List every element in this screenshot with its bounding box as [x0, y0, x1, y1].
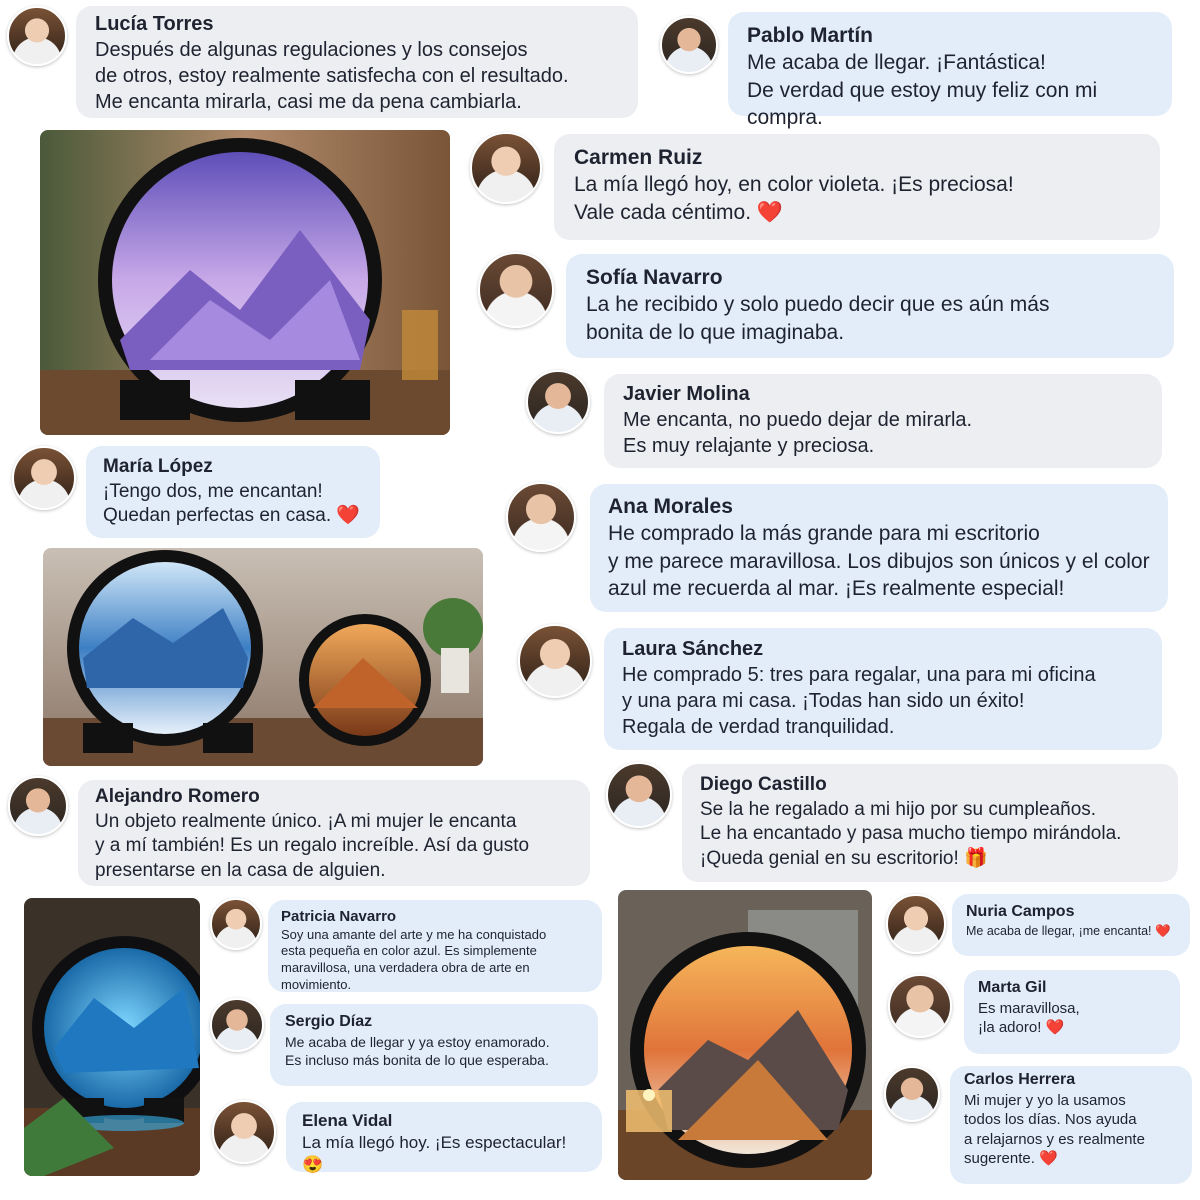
avatar: [518, 624, 592, 698]
reviewer-name: María López: [103, 456, 213, 477]
reviewer-name: Nuria Campos: [966, 903, 1075, 920]
avatar: [210, 898, 262, 950]
review-text: Me acaba de llegar. ¡Fantástica! De verd…: [747, 51, 1098, 129]
review-text: Después de algunas regulaciones y los co…: [95, 39, 569, 113]
reviewer-name: Marta Gil: [978, 979, 1047, 996]
review-text: Es maravillosa, ¡la adoro! ❤️: [978, 999, 1080, 1037]
reviewer-name: Diego Castillo: [700, 774, 827, 795]
review-bubble: Carlos Herrera Mi mujer y yo la usamos t…: [950, 1066, 1192, 1184]
avatar: [888, 974, 952, 1038]
avatar: [506, 482, 576, 552]
review-bubble: Elena Vidal La mía llegó hoy. ¡Es espect…: [286, 1102, 602, 1174]
avatar: [884, 1066, 940, 1122]
avatar: [210, 998, 264, 1052]
reviewer-name: Elena Vidal: [302, 1111, 393, 1130]
reviewer-name: Sofía Navarro: [586, 266, 723, 289]
avatar: [478, 252, 554, 328]
review-text: Me encanta, no puedo dejar de mirarla. E…: [623, 409, 973, 457]
review-bubble: Carmen Ruiz La mía llegó hoy, en color v…: [554, 134, 1160, 240]
review-bubble: Patricia Navarro Soy una amante del arte…: [268, 900, 602, 992]
avatar: [12, 446, 76, 510]
review-text: Mi mujer y yo la usamos todos los días. …: [964, 1091, 1145, 1168]
review-text: La mía llegó hoy. ¡Es espectacular! 😍: [302, 1133, 567, 1175]
review-bubble: Pablo Martín Me acaba de llegar. ¡Fantás…: [728, 12, 1172, 129]
reviewer-name: Ana Morales: [608, 495, 733, 518]
review-bubble: Sergio Díaz Me acaba de llegar y ya esto…: [270, 1004, 598, 1086]
sunset-sand-art-photo: [618, 890, 872, 1180]
reviewer-name: Lucía Torres: [95, 13, 214, 35]
review-bubble: Sofía Navarro La he recibido y solo pued…: [566, 254, 1174, 358]
review-text: La he recibido y solo puedo decir que es…: [586, 293, 1050, 344]
purple-sand-art-photo: [40, 130, 450, 435]
avatar: [8, 776, 68, 836]
reviewer-name: Carmen Ruiz: [574, 146, 703, 169]
reviewer-name: Javier Molina: [623, 383, 750, 405]
review-text: He comprado la más grande para mi escrit…: [608, 522, 1150, 600]
glowing-blue-sand-art-photo: [24, 898, 200, 1176]
avatar: [886, 894, 946, 954]
review-bubble: Javier Molina Me encanta, no puedo dejar…: [604, 374, 1162, 468]
blue-orange-sand-art-photo: [43, 548, 483, 766]
review-text: Se la he regalado a mi hijo por su cumpl…: [700, 798, 1122, 870]
avatar: [7, 6, 67, 66]
review-text: Me acaba de llegar, ¡me encanta! ❤️: [966, 923, 1171, 938]
avatar: [526, 370, 590, 434]
reviewer-name: Sergio Díaz: [285, 1013, 373, 1030]
review-text: ¡Tengo dos, me encantan! Quedan perfecta…: [103, 480, 361, 527]
review-bubble: Laura Sánchez He comprado 5: tres para r…: [604, 628, 1162, 750]
avatar: [606, 762, 672, 828]
review-text: Soy una amante del arte y me ha conquist…: [281, 926, 547, 993]
review-bubble: María López ¡Tengo dos, me encantan! Que…: [86, 446, 380, 538]
reviewer-name: Patricia Navarro: [281, 908, 397, 925]
reviewer-name: Carlos Herrera: [964, 1071, 1076, 1088]
review-bubble: Alejandro Romero Un objeto realmente úni…: [78, 780, 590, 886]
avatar: [212, 1100, 276, 1164]
avatar: [470, 132, 542, 204]
review-bubble: Marta Gil Es maravillosa, ¡la adoro! ❤️: [964, 970, 1180, 1054]
review-text: Un objeto realmente único. ¡A mi mujer l…: [95, 810, 530, 882]
review-text: La mía llegó hoy, en color violeta. ¡Es …: [574, 173, 1014, 224]
reviewer-name: Alejandro Romero: [95, 786, 260, 807]
avatar: [660, 16, 718, 74]
review-text: He comprado 5: tres para regalar, una pa…: [622, 664, 1096, 738]
reviewer-name: Pablo Martín: [747, 24, 874, 47]
review-bubble: Lucía Torres Después de algunas regulaci…: [76, 6, 638, 118]
review-bubble: Diego Castillo Se la he regalado a mi hi…: [682, 764, 1178, 882]
review-text: Me acaba de llegar y ya estoy enamorado.…: [285, 1033, 550, 1068]
review-bubble: Nuria Campos Me acaba de llegar, ¡me enc…: [952, 894, 1190, 956]
review-bubble: Ana Morales He comprado la más grande pa…: [590, 484, 1168, 612]
reviewer-name: Laura Sánchez: [622, 638, 764, 660]
